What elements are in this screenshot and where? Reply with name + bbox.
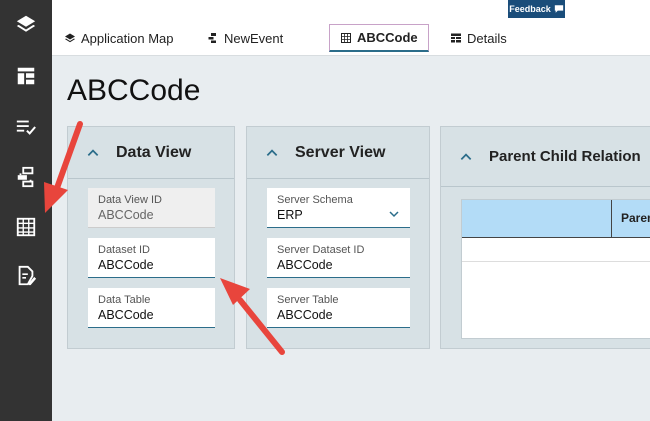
server-table-field[interactable]: Server Table ABCCode: [267, 288, 410, 328]
tab-application-map[interactable]: Application Map: [60, 24, 178, 52]
relation-grid: Paren: [461, 199, 650, 339]
grid-header-cell[interactable]: [462, 200, 612, 238]
sidebar: [0, 0, 52, 421]
checklist-icon[interactable]: [12, 113, 40, 141]
tab-details[interactable]: Details: [446, 24, 511, 52]
field-value: ABCCode: [277, 258, 333, 272]
flow-icon[interactable]: [12, 163, 40, 191]
parent-child-panel: Parent Child Relation Paren: [440, 126, 650, 349]
field-value: ERP: [277, 208, 303, 222]
panel-header[interactable]: Server View: [247, 127, 429, 179]
grid-icon: [341, 32, 351, 43]
layout-icon[interactable]: [12, 62, 40, 90]
tab-label: NewEvent: [224, 30, 284, 46]
panel-header[interactable]: Data View: [68, 127, 234, 179]
field-value: ABCCode: [98, 258, 154, 272]
grid-icon[interactable]: [12, 213, 40, 241]
feedback-label: Feedback: [509, 4, 551, 14]
field-label: Server Table: [277, 294, 339, 306]
dataset-id-field[interactable]: Dataset ID ABCCode: [88, 238, 215, 278]
field-label: Dataset ID: [98, 244, 150, 256]
grid-header-cell[interactable]: Paren: [621, 211, 650, 225]
panel-title: Server View: [295, 143, 386, 161]
table-icon: [451, 33, 461, 43]
server-schema-select[interactable]: Server Schema ERP: [267, 188, 410, 228]
chat-icon: [554, 5, 563, 13]
layers-icon[interactable]: [12, 10, 40, 38]
grid-filter-row[interactable]: [462, 238, 650, 262]
edit-doc-icon[interactable]: [12, 262, 40, 290]
field-value: ABCCode: [98, 308, 154, 322]
server-dataset-id-field[interactable]: Server Dataset ID ABCCode: [267, 238, 410, 278]
tab-abccode[interactable]: ABCCode: [329, 24, 429, 52]
page-title: ABCCode: [67, 74, 201, 107]
data-table-field[interactable]: Data Table ABCCode: [88, 288, 215, 328]
tab-label: ABCCode: [357, 30, 418, 45]
data-view-panel: Data View Data View ID ABCCode Dataset I…: [67, 126, 235, 349]
tab-newevent[interactable]: NewEvent: [203, 24, 287, 52]
chevron-down-icon[interactable]: [388, 208, 400, 220]
data-view-id-field: Data View ID ABCCode: [88, 188, 215, 228]
feedback-button[interactable]: Feedback: [508, 0, 565, 18]
field-label: Server Dataset ID: [277, 244, 365, 256]
tab-label: Application Map: [81, 30, 174, 46]
panel-title: Data View: [116, 143, 192, 161]
field-value: ABCCode: [277, 308, 333, 322]
layers-icon: [65, 33, 75, 43]
server-view-panel: Server View Server Schema ERP Server Dat…: [246, 126, 430, 349]
panel-title: Parent Child Relation: [489, 148, 641, 165]
chevron-up-icon[interactable]: [265, 146, 279, 160]
flow-icon: [208, 33, 216, 43]
grid-header: Paren: [462, 200, 650, 238]
chevron-up-icon[interactable]: [86, 146, 100, 160]
tab-label: Details: [467, 30, 507, 46]
panel-header[interactable]: Parent Child Relation: [441, 127, 650, 187]
chevron-up-icon[interactable]: [459, 150, 473, 164]
field-label: Data View ID: [98, 194, 162, 206]
field-label: Server Schema: [277, 194, 353, 206]
field-label: Data Table: [98, 294, 151, 306]
field-value: ABCCode: [98, 208, 154, 222]
